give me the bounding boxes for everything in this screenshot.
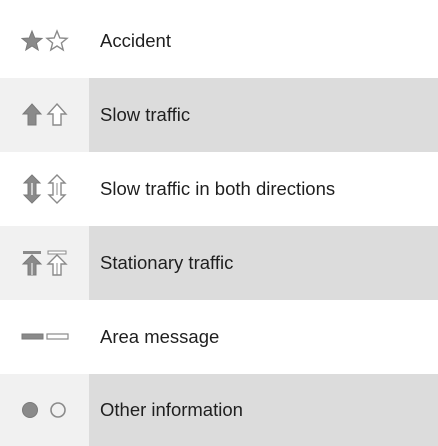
stop-arrow-icon	[21, 250, 68, 276]
legend-row-stationary-traffic: Stationary traffic	[0, 226, 438, 300]
legend-row-slow-traffic-both: Slow traffic in both directions	[0, 152, 438, 226]
area-message-icons	[0, 300, 89, 374]
circle-icon	[21, 402, 66, 418]
legend-label: Area message	[89, 300, 438, 374]
slow-traffic-both-icons	[0, 152, 89, 226]
star-icon	[20, 29, 69, 52]
legend-label: Slow traffic in both directions	[89, 152, 438, 226]
accident-icons	[0, 4, 89, 78]
stationary-traffic-icons	[0, 226, 89, 300]
legend-label: Accident	[89, 4, 438, 78]
slow-traffic-icons	[0, 78, 89, 152]
up-down-arrow-icon	[22, 174, 67, 204]
legend-label: Other information	[89, 374, 438, 446]
legend-row-area-message: Area message	[0, 300, 438, 374]
up-arrow-icon	[21, 102, 68, 126]
legend-label: Slow traffic	[89, 78, 438, 152]
legend-row-other-information: Other information	[0, 374, 438, 446]
legend-row-slow-traffic: Slow traffic	[0, 78, 438, 152]
legend-row-accident: Accident	[0, 4, 438, 78]
area-bar-icon	[21, 333, 69, 340]
legend-label: Stationary traffic	[89, 226, 438, 300]
traffic-symbol-legend: Accident Slow traffic Slow traffic in bo…	[0, 0, 438, 446]
other-information-icons	[0, 374, 89, 446]
